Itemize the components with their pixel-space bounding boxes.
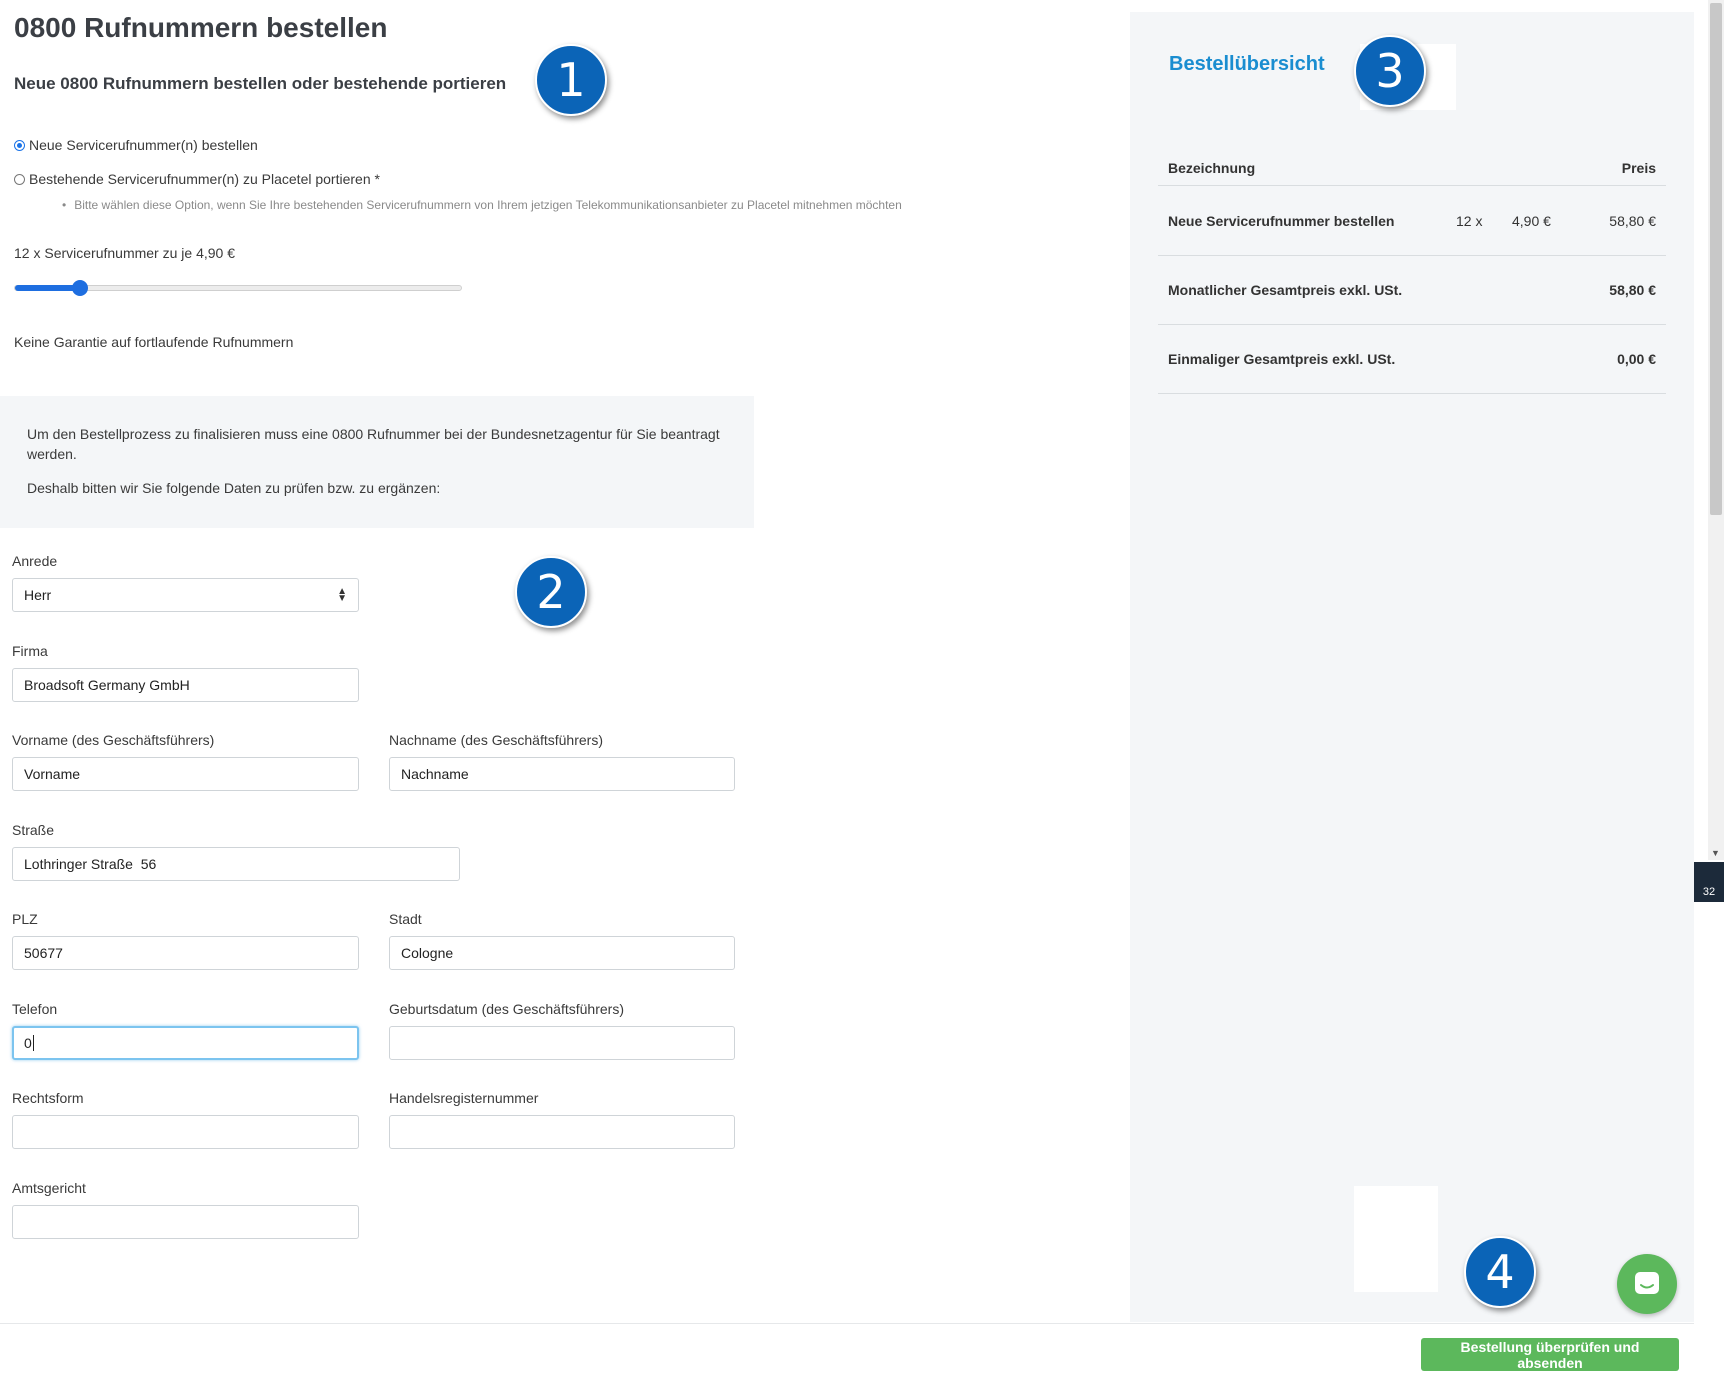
col-price-header: Preis xyxy=(1621,159,1656,176)
item-price: 58,80 € xyxy=(1609,212,1656,229)
slider-fill xyxy=(15,285,80,291)
radio-new-numbers[interactable]: Neue Servicerufnummer(n) bestellen xyxy=(14,137,258,153)
radio-port-indicator[interactable] xyxy=(14,173,25,185)
telefon-input[interactable]: 0 xyxy=(12,1026,359,1060)
radio-new-indicator[interactable] xyxy=(14,139,25,151)
white-patch-2 xyxy=(1354,1186,1438,1292)
radio-port-label: Bestehende Servicerufnummer(n) zu Placet… xyxy=(29,171,380,187)
summary-title: Bestellübersicht xyxy=(1169,53,1325,75)
info-line-2: Deshalb bitten wir Sie folgende Daten zu… xyxy=(27,480,441,496)
amtsgericht-label: Amtsgericht xyxy=(12,1180,86,1196)
vorname-value: Vorname xyxy=(24,766,81,782)
monthly-label: Monatlicher Gesamtpreis exkl. USt. xyxy=(1168,282,1403,298)
plz-value: 50677 xyxy=(24,945,63,961)
chat-button[interactable] xyxy=(1617,1254,1677,1314)
telefon-label: Telefon xyxy=(12,1001,58,1017)
quantity-label: 12 x Servicerufnummer zu je 4,90 € xyxy=(14,245,235,261)
monthly-value: 58,80 € xyxy=(1609,282,1656,298)
text-caret xyxy=(32,1035,34,1051)
summary-table: Bezeichnung Preis Neue Servicerufnummer … xyxy=(1158,150,1666,394)
anrede-select[interactable]: Herr ▲ ▼ xyxy=(12,578,359,612)
geburtsdatum-input[interactable] xyxy=(389,1026,735,1060)
item-qty: 12 x xyxy=(1456,212,1483,229)
vorname-input[interactable]: Vorname xyxy=(12,757,359,791)
info-box: Um den Bestellprozess zu finalisieren mu… xyxy=(0,396,754,528)
radio-port-numbers[interactable]: Bestehende Servicerufnummer(n) zu Placet… xyxy=(14,171,380,187)
annotation-badge-2: 2 xyxy=(515,556,587,628)
rechtsform-label: Rechtsform xyxy=(12,1090,84,1106)
scrollbar-thumb[interactable] xyxy=(1710,3,1722,515)
handelsregister-input[interactable] xyxy=(389,1115,735,1149)
scroll-down-icon[interactable]: ▼ xyxy=(1711,848,1720,858)
annotation-badge-1: 1 xyxy=(535,44,607,116)
rechtsform-input[interactable] xyxy=(12,1115,359,1149)
sort-arrows-icon: ▲ ▼ xyxy=(337,586,347,604)
stadt-label: Stadt xyxy=(389,911,422,927)
firma-label: Firma xyxy=(12,643,48,659)
stadt-value: Cologne xyxy=(401,945,454,961)
annotation-badge-4: 4 xyxy=(1464,1236,1536,1308)
handelsregister-label: Handelsregisternummer xyxy=(389,1090,539,1106)
nachname-value: Nachname xyxy=(401,766,469,782)
quantity-slider[interactable] xyxy=(14,280,462,296)
nachname-input[interactable]: Nachname xyxy=(389,757,735,791)
port-hint: Bitte wählen diese Option, wenn Sie Ihre… xyxy=(62,198,902,212)
strasse-input[interactable]: Lothringer Straße 56 xyxy=(12,847,460,881)
summary-item-row: Neue Servicerufnummer bestellen 12 x 4,9… xyxy=(1158,186,1666,256)
annotation-badge-3: 3 xyxy=(1354,35,1426,107)
strasse-label: Straße xyxy=(12,822,55,838)
geburtsdatum-label: Geburtsdatum (des Geschäftsführers) xyxy=(389,1001,624,1017)
anrede-value: Herr xyxy=(24,587,52,603)
col-name-header: Bezeichnung xyxy=(1168,159,1256,176)
firma-value: Broadsoft Germany GmbH xyxy=(24,677,190,693)
radio-new-label: Neue Servicerufnummer(n) bestellen xyxy=(29,137,258,153)
stadt-input[interactable]: Cologne xyxy=(389,936,735,970)
amtsgericht-input[interactable] xyxy=(12,1205,359,1239)
telefon-value: 0 xyxy=(24,1035,32,1051)
page-scrollbar[interactable]: ▼ xyxy=(1708,0,1724,860)
submit-order-button[interactable]: Bestellung überprüfen und absenden xyxy=(1421,1338,1679,1371)
plz-input[interactable]: 50677 xyxy=(12,936,359,970)
summary-header-row: Bezeichnung Preis xyxy=(1158,150,1666,186)
page-subtitle: Neue 0800 Rufnummern bestellen oder best… xyxy=(14,74,507,93)
info-line-1: Um den Bestellprozess zu finalisieren mu… xyxy=(27,426,720,462)
item-unit-price: 4,90 € xyxy=(1512,212,1551,229)
onetime-label: Einmaliger Gesamtpreis exkl. USt. xyxy=(1168,351,1396,367)
vorname-label: Vorname (des Geschäftsführers) xyxy=(12,732,215,748)
nachname-label: Nachname (des Geschäftsführers) xyxy=(389,732,603,748)
anrede-label: Anrede xyxy=(12,553,58,569)
summary-monthly-row: Monatlicher Gesamtpreis exkl. USt. 58,80… xyxy=(1158,256,1666,325)
item-name: Neue Servicerufnummer bestellen xyxy=(1168,212,1395,229)
firma-input[interactable]: Broadsoft Germany GmbH xyxy=(12,668,359,702)
system-tray-badge: 32 xyxy=(1694,862,1724,902)
summary-onetime-row: Einmaliger Gesamtpreis exkl. USt. 0,00 € xyxy=(1158,325,1666,394)
slider-thumb[interactable] xyxy=(71,280,88,296)
strasse-value: Lothringer Straße 56 xyxy=(24,856,157,872)
plz-label: PLZ xyxy=(12,911,38,927)
page-title: 0800 Rufnummern bestellen xyxy=(14,12,388,43)
no-guarantee-note: Keine Garantie auf fortlaufende Rufnumme… xyxy=(14,334,294,350)
onetime-value: 0,00 € xyxy=(1617,351,1656,367)
chat-bubble-icon xyxy=(1635,1272,1659,1294)
